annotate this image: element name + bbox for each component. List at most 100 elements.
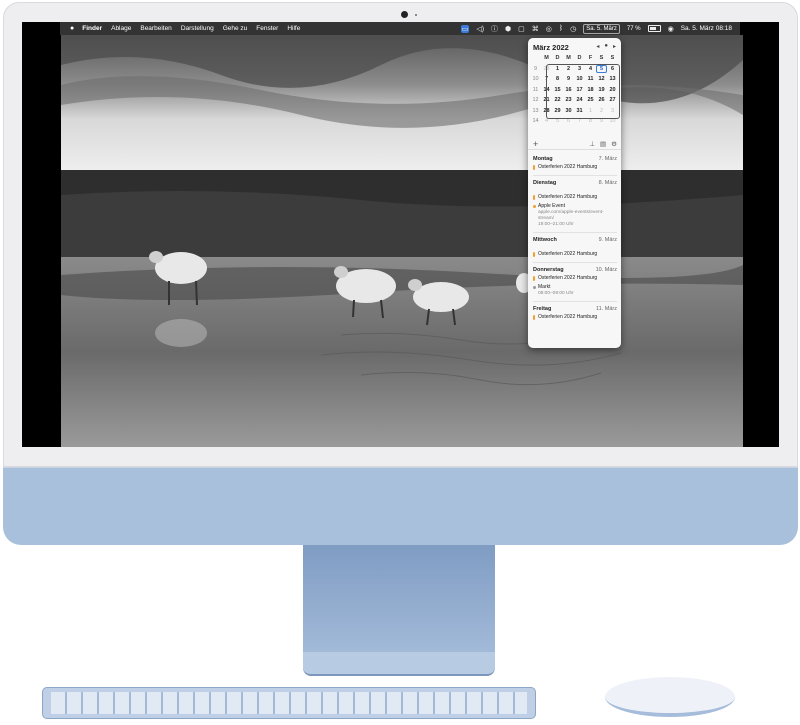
calendar-day[interactable]: 16 — [563, 87, 574, 93]
screen: ● Finder Ablage Bearbeiten Darstellung G… — [22, 22, 779, 447]
open-calendar-icon[interactable]: ▤ — [600, 140, 606, 148]
divider — [533, 262, 617, 263]
pin-icon[interactable]: ⊥ — [589, 140, 595, 148]
weekday-header: D — [577, 55, 582, 62]
calendar-day[interactable]: 9 — [563, 76, 574, 82]
calendar-day[interactable]: 10 — [607, 118, 618, 124]
agenda-event[interactable]: Osterferien 2022 Hamburg — [533, 275, 617, 282]
next-month-icon[interactable]: ▸ — [613, 43, 616, 50]
calendar-day[interactable]: 2 — [563, 66, 574, 72]
calendar-day[interactable]: 23 — [563, 97, 574, 103]
info-icon[interactable]: ⓘ — [491, 24, 498, 34]
calendar-day[interactable]: 15 — [552, 87, 563, 93]
calendar-day[interactable]: 25 — [585, 97, 596, 103]
calendar-grid: M D M D F S S 9 28 1 2 3 4 5 6 10 7 8 9 … — [530, 53, 619, 127]
calendar-day[interactable]: 28 — [541, 108, 552, 114]
calendar-day[interactable]: 10 — [574, 76, 585, 82]
agenda-day-date: 11. März — [596, 306, 617, 312]
menu-ablage[interactable]: Ablage — [111, 25, 131, 32]
week-row: 10 7 8 9 10 11 12 13 — [530, 74, 619, 85]
menu-fenster[interactable]: Fenster — [256, 25, 278, 32]
calendar-day[interactable]: 7 — [541, 76, 552, 82]
battery-percent[interactable]: 77 % — [627, 26, 641, 32]
calendar-day[interactable]: 9 — [596, 118, 607, 124]
calendar-day[interactable]: 28 — [541, 66, 552, 72]
menu-clock[interactable]: Sa. 5. März 08:18 — [681, 25, 732, 32]
calendar-day[interactable]: 6 — [563, 118, 574, 124]
calendar-day[interactable]: 22 — [552, 97, 563, 103]
globe-icon[interactable]: ◎ — [546, 25, 552, 33]
agenda-day-name: Freitag — [533, 306, 552, 312]
calendar-day[interactable]: 4 — [541, 118, 552, 124]
agenda-event[interactable]: Apple Event — [533, 203, 617, 210]
calendar-day[interactable]: 12 — [596, 76, 607, 82]
menu-hilfe[interactable]: Hilfe — [287, 25, 300, 32]
calendar-day[interactable]: 13 — [607, 76, 618, 82]
apple-menu-icon[interactable]: ● — [70, 25, 74, 32]
calendar-day[interactable]: 30 — [563, 108, 574, 114]
clock-icon[interactable]: ◷ — [570, 25, 576, 33]
calendar-day[interactable]: 21 — [541, 97, 552, 103]
calendar-day[interactable]: 5 — [552, 118, 563, 124]
weekday-header: M — [544, 55, 549, 62]
week-number: 13 — [532, 107, 539, 114]
agenda-event[interactable]: Osterferien 2022 Hamburg — [533, 251, 617, 258]
agenda-event[interactable]: Markt — [533, 284, 617, 291]
calendar-day[interactable]: 4 — [585, 66, 596, 72]
calendar-day[interactable]: 2 — [596, 108, 607, 114]
agenda-day-header: Donnerstag 10. März — [533, 267, 617, 273]
bluetooth-icon[interactable]: ᛒ — [559, 25, 563, 32]
monitor-icon[interactable]: ▭ — [460, 24, 470, 33]
command-icon[interactable]: ⌘ — [532, 25, 539, 33]
calendar-day[interactable]: 3 — [607, 108, 618, 114]
agenda-day-name: Montag — [533, 156, 553, 162]
calendar-day[interactable]: 26 — [596, 97, 607, 103]
calendar-day[interactable]: 6 — [607, 66, 618, 72]
siri-icon[interactable]: ◉ — [668, 25, 674, 33]
clipboard-icon[interactable]: ▢ — [518, 25, 525, 33]
weekday-header-row: M D M D F S S — [530, 53, 619, 64]
agenda-event[interactable]: Osterferien 2022 Hamburg — [533, 314, 617, 321]
calendar-day[interactable]: 20 — [607, 87, 618, 93]
calendar-month-title: März 2022 — [533, 43, 569, 52]
calendar-day[interactable]: 8 — [585, 118, 596, 124]
calendar-day[interactable]: 18 — [585, 87, 596, 93]
hexagon-icon[interactable]: ⬢ — [505, 25, 511, 33]
prev-month-icon[interactable]: ◂ — [596, 43, 599, 50]
agenda-day-name: Mittwoch — [533, 237, 557, 243]
divider — [528, 149, 621, 150]
calendar-day-today[interactable]: 5 — [596, 64, 607, 73]
menu-finder[interactable]: Finder — [82, 25, 102, 32]
calendar-day[interactable]: 29 — [552, 108, 563, 114]
calendar-day[interactable]: 19 — [596, 87, 607, 93]
divider — [533, 175, 617, 176]
calendar-day[interactable]: 31 — [574, 108, 585, 114]
menu-darstellung[interactable]: Darstellung — [181, 25, 214, 32]
calendar-day[interactable]: 1 — [585, 108, 596, 114]
calendar-day[interactable]: 7 — [574, 118, 585, 124]
calendar-menu-date[interactable]: Sa. 5. März — [583, 23, 620, 34]
agenda-event[interactable]: Osterferien 2022 Hamburg — [533, 194, 617, 201]
menu-gehe-zu[interactable]: Gehe zu — [223, 25, 248, 32]
agenda-event[interactable]: Osterferien 2022 Hamburg — [533, 164, 617, 171]
week-number: 14 — [532, 118, 539, 125]
calendar-day[interactable]: 27 — [607, 97, 618, 103]
calendar-day[interactable]: 3 — [574, 66, 585, 72]
week-number: 10 — [532, 76, 539, 83]
calendar-day[interactable]: 14 — [541, 87, 552, 93]
calendar-nav: ◂ ● ▸ — [596, 43, 616, 50]
calendar-day[interactable]: 11 — [585, 76, 596, 82]
calendar-day[interactable]: 24 — [574, 97, 585, 103]
today-dot-icon[interactable]: ● — [604, 43, 608, 50]
menu-bearbeiten[interactable]: Bearbeiten — [140, 25, 171, 32]
settings-gear-icon[interactable]: ⚙ — [611, 140, 617, 148]
calendar-day[interactable]: 1 — [552, 66, 563, 72]
calendar-day[interactable]: 17 — [574, 87, 585, 93]
week-row: 12 21 22 23 24 25 26 27 — [530, 95, 619, 106]
week-number: 9 — [533, 65, 538, 72]
volume-icon[interactable]: ◁) — [476, 25, 484, 33]
add-event-icon[interactable]: + — [533, 139, 538, 149]
calendar-day[interactable]: 8 — [552, 76, 563, 82]
week-number: 11 — [532, 86, 539, 93]
battery-icon[interactable] — [647, 25, 661, 32]
